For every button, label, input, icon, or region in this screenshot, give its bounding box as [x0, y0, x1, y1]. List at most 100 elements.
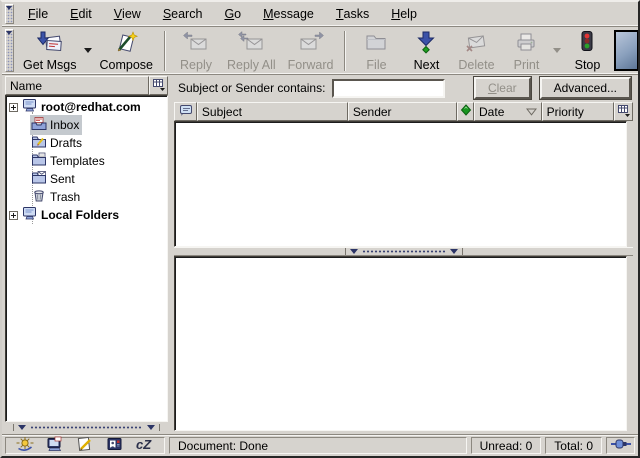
folder-label: Trash [50, 190, 80, 204]
mail-window: File Edit View Search Go Message Tasks H… [0, 0, 640, 458]
column-picker-icon [152, 78, 166, 94]
menu-help[interactable]: Help [380, 3, 428, 25]
menu-tasks[interactable]: Tasks [325, 3, 380, 25]
message-pane[interactable] [174, 256, 627, 431]
folder-pane-header: Name [5, 76, 168, 95]
advanced-button[interactable]: Advanced... [540, 77, 631, 99]
next-button[interactable]: Next [401, 29, 451, 73]
date-column-label: Date [479, 105, 504, 119]
folder-name-column-header[interactable]: Name [5, 76, 149, 95]
search-label: Subject or Sender contains: [178, 81, 325, 95]
forward-icon [298, 30, 324, 57]
menu-bar: File Edit View Search Go Message Tasks H… [2, 2, 638, 27]
folder-column-picker-button[interactable] [149, 76, 168, 95]
delete-icon [463, 30, 489, 57]
folder-pane: Name [5, 76, 168, 432]
folder-row-sent[interactable]: Sent [6, 170, 167, 188]
forward-label: Forward [288, 58, 334, 72]
read-column-icon [460, 104, 472, 119]
file-label: File [366, 58, 386, 72]
sender-column-header[interactable]: Sender [348, 102, 457, 121]
thread-column-button[interactable] [174, 102, 197, 121]
toolbar-grippy[interactable] [5, 29, 14, 72]
get-msgs-dropdown-arrow[interactable] [83, 29, 94, 73]
toolbar-separator [344, 31, 346, 71]
folder-row-trash[interactable]: Trash [6, 188, 167, 206]
composer-component-button[interactable] [73, 438, 97, 454]
menu-search[interactable]: Search [152, 3, 214, 25]
file-icon [363, 30, 389, 57]
next-label: Next [414, 58, 440, 72]
delete-button[interactable]: Delete [451, 29, 501, 73]
reply-button[interactable]: Reply [171, 29, 221, 73]
date-column-header[interactable]: Date [474, 102, 542, 121]
mail-component-icon [46, 436, 64, 455]
compose-button[interactable]: Compose [94, 29, 160, 73]
priority-column-header[interactable]: Priority [542, 102, 615, 121]
address-book-component-button[interactable] [103, 438, 127, 454]
inbox-icon [31, 116, 47, 134]
online-plug-icon [610, 438, 632, 453]
menu-view[interactable]: View [103, 3, 152, 25]
thread-message-splitter[interactable] [174, 247, 633, 256]
throbber[interactable] [614, 30, 638, 71]
menu-go[interactable]: Go [213, 3, 252, 25]
search-input[interactable] [332, 79, 445, 98]
thread-column-headers: Subject Sender Date Priority [174, 102, 633, 121]
navigator-component-button[interactable] [13, 438, 37, 454]
status-bar: cZ Document: Done Unread: 0 Total: 0 [2, 434, 638, 456]
thread-column-picker-button[interactable] [614, 102, 633, 121]
folder-row-drafts[interactable]: Drafts [6, 134, 167, 152]
total-count-panel: Total: 0 [545, 437, 602, 454]
folder-row-inbox[interactable]: Inbox [6, 116, 167, 134]
folder-label: Drafts [50, 136, 82, 150]
print-button[interactable]: Print [501, 29, 551, 73]
subject-column-header[interactable]: Subject [197, 102, 348, 121]
get-msgs-label: Get Msgs [23, 58, 77, 72]
folder-row-templates[interactable]: Templates [6, 152, 167, 170]
message-area: Subject or Sender contains: Clear Advanc… [174, 76, 633, 432]
folder-label: Inbox [50, 118, 79, 132]
chatzilla-icon: cZ [135, 436, 155, 455]
main-area: Name [2, 75, 638, 434]
folder-pane-scroll-strip[interactable] [5, 422, 168, 432]
composer-icon [76, 436, 94, 455]
expander-icon[interactable] [9, 103, 18, 112]
drafts-icon [31, 134, 47, 152]
folder-row-account[interactable]: root@redhat.com [6, 98, 167, 116]
mail-component-button[interactable] [43, 438, 67, 454]
get-msgs-icon [37, 30, 63, 57]
online-status-panel[interactable] [606, 437, 635, 454]
folder-row-local-folders[interactable]: Local Folders [6, 206, 167, 224]
quick-search-bar: Subject or Sender contains: Clear Advanc… [174, 76, 633, 102]
print-icon [513, 30, 539, 57]
reply-all-button[interactable]: Reply All [221, 29, 282, 73]
delete-label: Delete [458, 58, 494, 72]
menu-edit[interactable]: Edit [59, 3, 103, 25]
menu-file[interactable]: File [17, 3, 59, 25]
reply-icon [183, 30, 209, 57]
thread-list[interactable] [174, 121, 627, 247]
clear-button[interactable]: Clear [474, 77, 531, 99]
print-label: Print [514, 58, 540, 72]
folder-tree: root@redhat.com Inbox [5, 95, 168, 422]
menu-message[interactable]: Message [252, 3, 325, 25]
document-status-panel: Document: Done [169, 437, 467, 454]
get-msgs-button[interactable]: Get Msgs [17, 29, 83, 73]
forward-button[interactable]: Forward [282, 29, 340, 73]
stop-button[interactable]: Stop [562, 29, 612, 73]
sent-icon [31, 170, 47, 188]
file-button[interactable]: File [351, 29, 401, 73]
column-picker-icon [617, 104, 631, 120]
next-icon [413, 30, 439, 57]
thread-column-icon [179, 104, 193, 120]
unread-count-panel: Unread: 0 [471, 437, 542, 454]
reply-label: Reply [180, 58, 212, 72]
print-dropdown-arrow[interactable] [551, 29, 562, 73]
expander-icon[interactable] [9, 211, 18, 220]
read-column-header[interactable] [457, 102, 474, 121]
menubar-grippy[interactable] [5, 4, 14, 24]
mail-server-icon [22, 98, 38, 116]
chatzilla-component-button[interactable]: cZ [133, 438, 157, 454]
svg-text:cZ: cZ [136, 437, 152, 452]
